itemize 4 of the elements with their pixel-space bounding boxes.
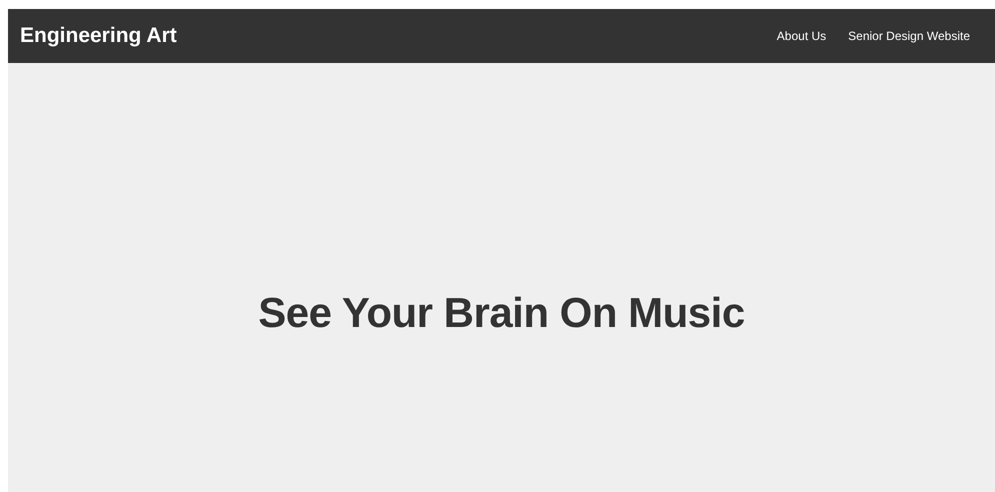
- hero-heading: See Your Brain On Music: [257, 288, 746, 338]
- nav-link[interactable]: Senior Design Website: [848, 29, 970, 43]
- site-title-link[interactable]: Engineering Art: [20, 24, 177, 48]
- nav-link[interactable]: About Us: [776, 29, 826, 43]
